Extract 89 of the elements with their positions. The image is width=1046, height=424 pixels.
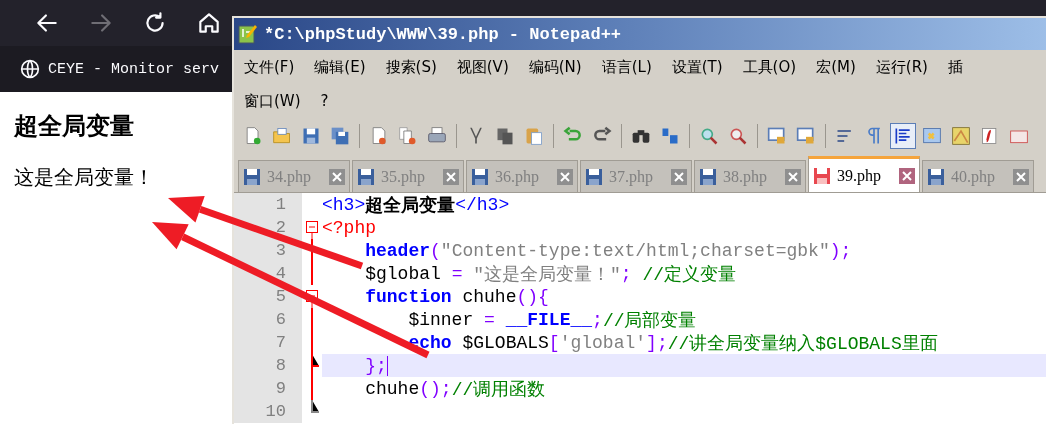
menu-item[interactable]: 编码(N) <box>528 55 582 79</box>
fold-line <box>311 377 313 400</box>
code-token: //讲全局变量纳入$GLOBALS里面 <box>667 332 938 355</box>
menu-item[interactable]: 插 <box>947 55 963 79</box>
window-title: *C:\phpStudy\WWW\39.php - Notepad++ <box>264 24 622 44</box>
save-icon <box>301 126 321 146</box>
code-token: ]; <box>646 332 668 353</box>
menu-item[interactable]: 工具(O) <box>742 55 797 79</box>
code-token: chuhe <box>364 378 420 399</box>
code-token: //调用函数 <box>451 378 546 401</box>
notepad-icon <box>238 24 258 44</box>
code-token: "这是全局变量！" <box>472 263 621 286</box>
close-all-icon <box>398 126 418 146</box>
line-number: 5 <box>234 285 302 308</box>
code-token: chuhe <box>461 286 517 307</box>
code-token: $inner <box>407 309 475 330</box>
save-icon <box>357 167 375 186</box>
zoom-out-icon <box>728 126 748 146</box>
line-number: 8 <box>234 354 302 377</box>
code-token: __FILE__ <box>505 309 593 330</box>
code-token: (); <box>419 378 452 399</box>
code-token: function <box>364 286 452 307</box>
code-token: <?php <box>322 217 376 238</box>
close-icon[interactable] <box>671 168 687 185</box>
code-token: //定义变量 <box>642 263 737 286</box>
menu-item[interactable]: 设置(T) <box>671 55 723 79</box>
save-all-icon <box>330 126 350 146</box>
code-token: header <box>364 240 431 261</box>
code-token: = <box>451 263 463 284</box>
code-token: ); <box>829 240 852 261</box>
menu-item[interactable]: 宏(M) <box>816 55 856 79</box>
code-token: ; <box>620 263 633 284</box>
code-token: 超全局变量 <box>365 194 456 217</box>
code-token: $GLOBALS <box>461 332 549 353</box>
globe-icon <box>20 59 40 79</box>
save-icon <box>471 167 489 186</box>
code-token: ( <box>430 240 441 261</box>
code-token: ; <box>592 309 603 330</box>
fold-end-icon <box>311 400 319 413</box>
code-token: (){ <box>516 286 549 307</box>
code-token: </h3> <box>455 194 510 215</box>
code-token: //局部变量 <box>602 309 697 332</box>
menu-item[interactable]: 窗口(W) <box>244 89 301 113</box>
save-icon <box>585 167 603 186</box>
line-number: 1 <box>234 193 302 216</box>
code-token: [ <box>548 332 560 353</box>
indent-guide-icon <box>893 126 913 146</box>
file-tab[interactable]: 39.php <box>808 156 920 192</box>
save-icon <box>813 166 831 185</box>
close-icon[interactable] <box>785 168 801 185</box>
home-icon <box>196 10 222 36</box>
zoom-in-icon <box>699 126 719 146</box>
bookmark-link[interactable]: CEYE - Monitor serv <box>20 59 220 79</box>
save-icon <box>243 167 261 186</box>
open-folder-icon <box>272 126 292 146</box>
copy-icon <box>495 126 515 146</box>
code-editor[interactable] <box>234 192 1046 424</box>
page-heading: 超全局变量 <box>14 111 134 142</box>
menu-item[interactable]: 语言(L) <box>601 55 652 79</box>
save-icon <box>699 167 717 186</box>
line-number: 3 <box>234 239 302 262</box>
close-icon[interactable] <box>1013 168 1029 185</box>
line-number: 6 <box>234 308 302 331</box>
line-number: 7 <box>234 331 302 354</box>
text-cursor <box>386 355 388 376</box>
code-token: "Content-type:text/html;charset=gbk" <box>440 240 830 261</box>
line-number: 10 <box>234 400 302 423</box>
code-token: }; <box>364 355 387 376</box>
close-icon[interactable] <box>443 168 459 185</box>
menu-item[interactable]: 搜索(S) <box>385 55 437 79</box>
menu-item[interactable]: 运行(R) <box>875 55 928 79</box>
fold-end-icon <box>311 354 319 377</box>
save-icon <box>927 167 945 186</box>
line-number: 9 <box>234 377 302 400</box>
paste-icon <box>524 126 544 146</box>
code-token: <h3> <box>322 194 366 215</box>
panel-icon <box>922 126 942 146</box>
menu-item[interactable]: ? <box>320 90 329 112</box>
code-token: 'global' <box>559 332 647 353</box>
indent-guide-button[interactable] <box>890 123 916 149</box>
menu-item[interactable]: 编辑(E) <box>314 55 366 79</box>
menu-item[interactable]: 文件(F) <box>244 55 295 79</box>
code-token: $global <box>364 263 442 284</box>
code-token: = <box>484 309 496 330</box>
close-icon[interactable] <box>329 168 345 185</box>
close-icon[interactable] <box>557 168 573 185</box>
close-icon[interactable] <box>899 167 915 184</box>
page-text: 这是全局变量！ <box>14 164 154 191</box>
menu-item[interactable]: 视图(V) <box>456 55 509 79</box>
